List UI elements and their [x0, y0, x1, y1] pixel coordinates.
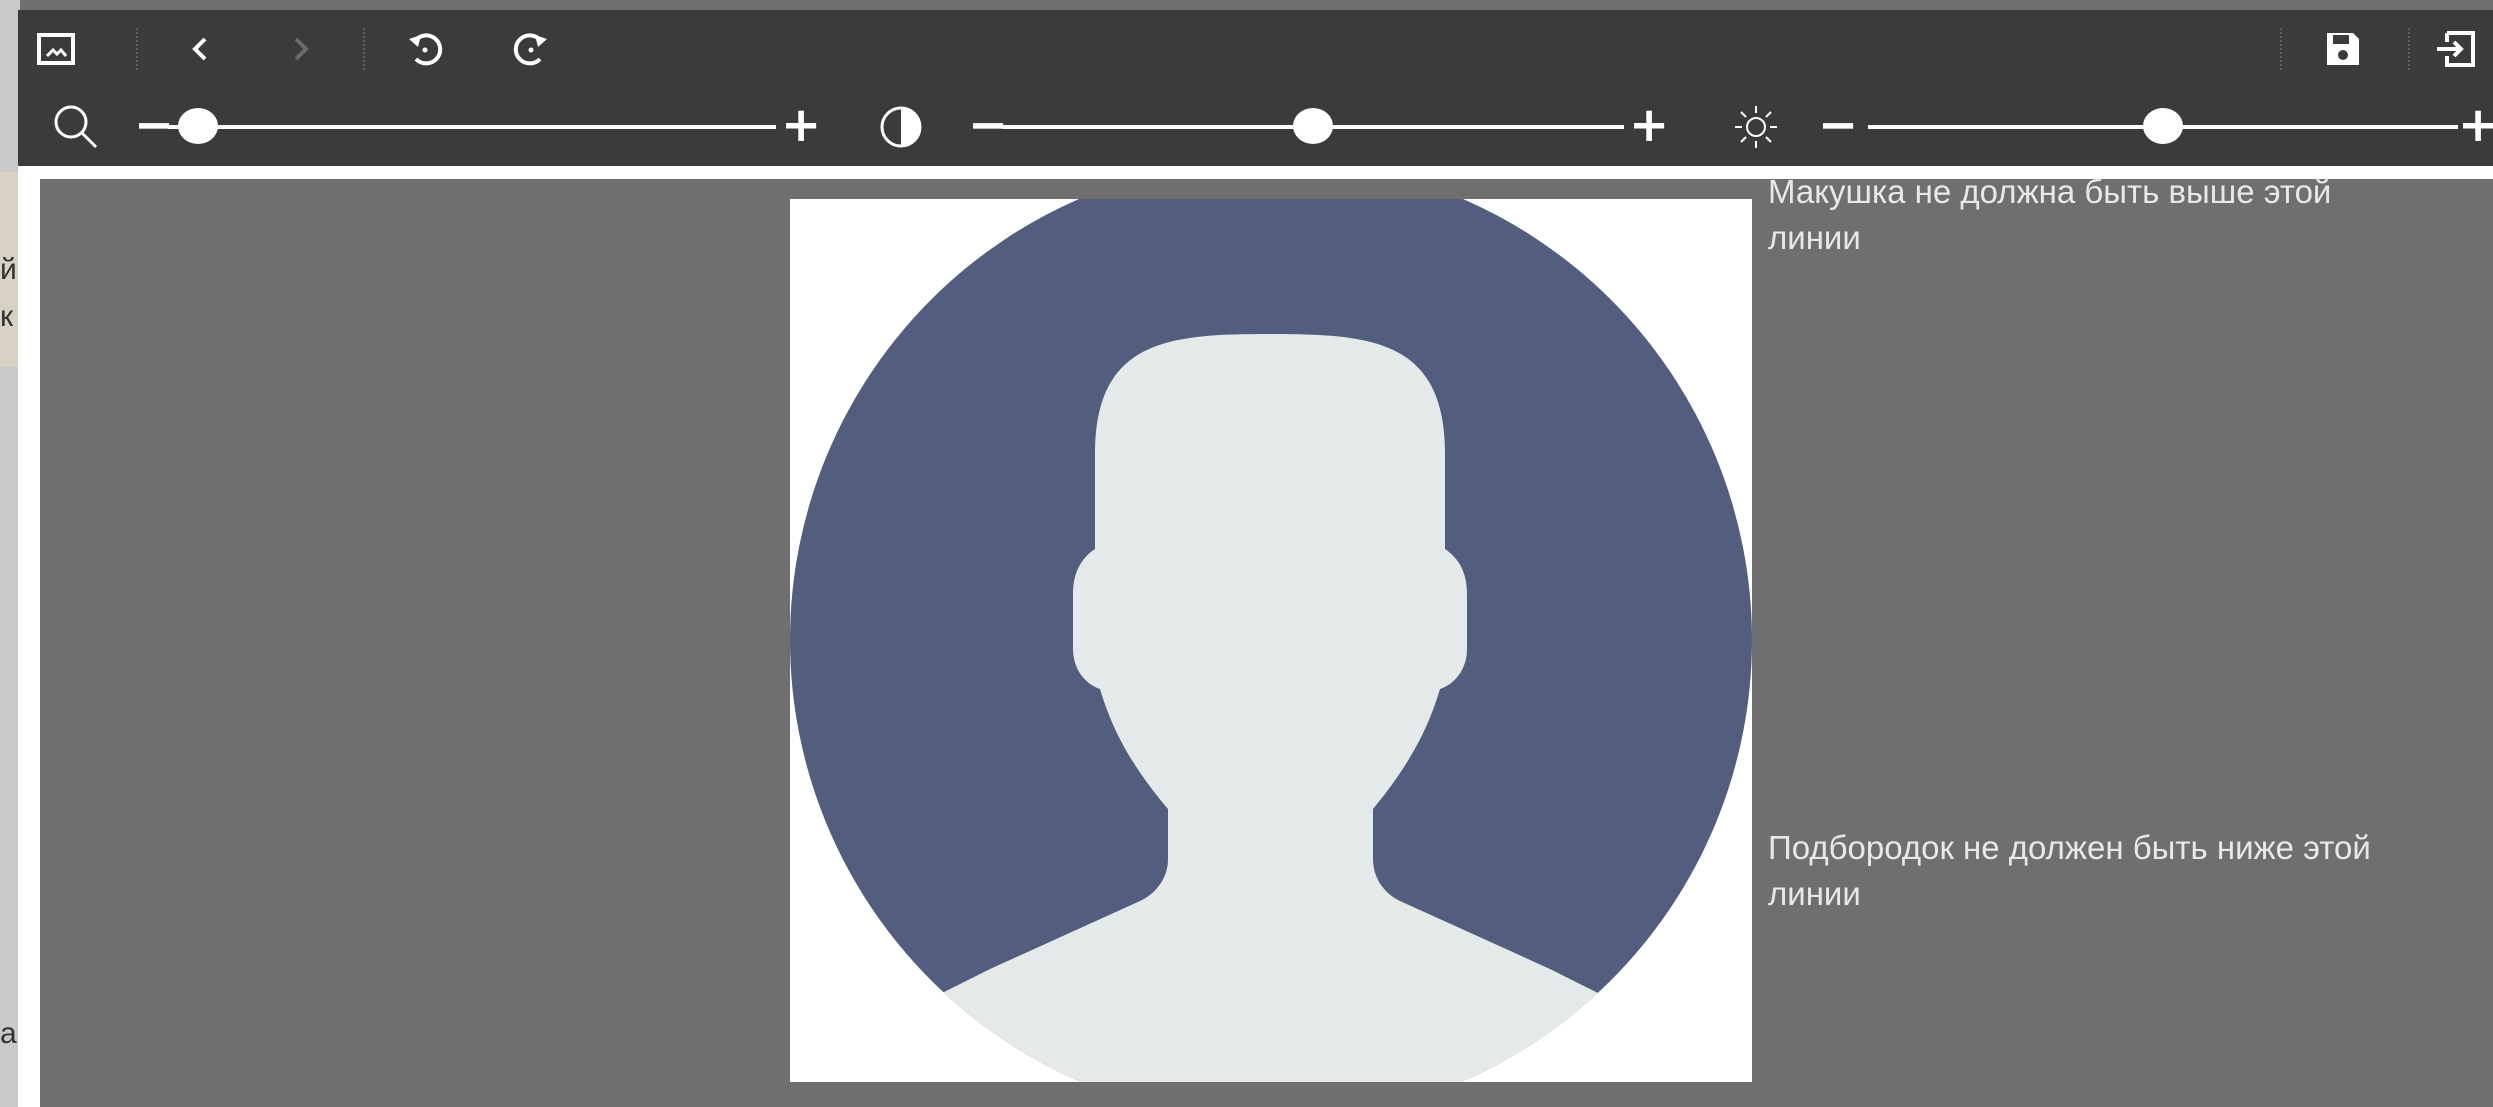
save-icon [2327, 33, 2359, 65]
contrast-control-icon [873, 102, 929, 152]
crop-canvas[interactable]: Макушка не должна быть выше этой линии П… [40, 173, 2493, 1107]
toolbar-separator [363, 28, 365, 70]
rotate-right-icon [513, 33, 547, 66]
brightness-slider-thumb[interactable] [2143, 108, 2183, 144]
toolbar-separator [2280, 28, 2282, 70]
brightness-decrease-button[interactable]: − [1818, 100, 1858, 150]
adjustment-bar: − + − + − + [18, 88, 2493, 166]
chevron-right-icon [294, 37, 309, 61]
zoom-in-button[interactable]: + [781, 100, 821, 150]
contrast-increase-button[interactable]: + [1629, 100, 1669, 150]
chin-guide-label: Подбородок не должен быть ниже этой лини… [1768, 829, 2371, 912]
forward-button[interactable] [273, 24, 329, 74]
rotate-left-icon [409, 33, 443, 66]
magnifier-icon [54, 105, 98, 149]
exit-icon [2437, 31, 2475, 67]
exit-button[interactable] [2433, 24, 2489, 74]
contrast-slider[interactable] [1002, 108, 1624, 144]
background-page: й к а [0, 0, 20, 1107]
user-avatar-icon [790, 199, 1752, 1082]
save-button[interactable] [2315, 24, 2371, 74]
photo-editor: − + − + − + Макушка не должна быть выше … [18, 10, 2493, 1107]
contrast-icon [880, 106, 922, 148]
crown-guide-label: Макушка не должна быть выше этой линии [1768, 173, 2332, 256]
brightness-icon [1735, 106, 1777, 148]
toolbar-separator [2408, 28, 2410, 70]
zoom-slider[interactable] [168, 108, 776, 144]
background-text: й [0, 253, 17, 286]
rotate-right-button[interactable] [502, 24, 558, 74]
image-button[interactable] [28, 24, 84, 74]
rotate-left-button[interactable] [398, 24, 454, 74]
background-text: а [0, 1017, 17, 1050]
back-button[interactable] [172, 24, 228, 74]
chevron-left-icon [192, 37, 207, 61]
background-text: к [0, 300, 14, 333]
toolbar [18, 10, 2493, 88]
toolbar-separator [136, 28, 138, 70]
brightness-increase-button[interactable]: + [2458, 100, 2493, 150]
brightness-slider[interactable] [1868, 108, 2458, 144]
contrast-slider-thumb[interactable] [1293, 108, 1333, 144]
image-icon [37, 33, 75, 65]
photo-preview[interactable] [790, 199, 1752, 1082]
brightness-control-icon [1728, 102, 1784, 152]
zoom-control-icon [48, 102, 104, 152]
zoom-slider-thumb[interactable] [178, 108, 219, 144]
